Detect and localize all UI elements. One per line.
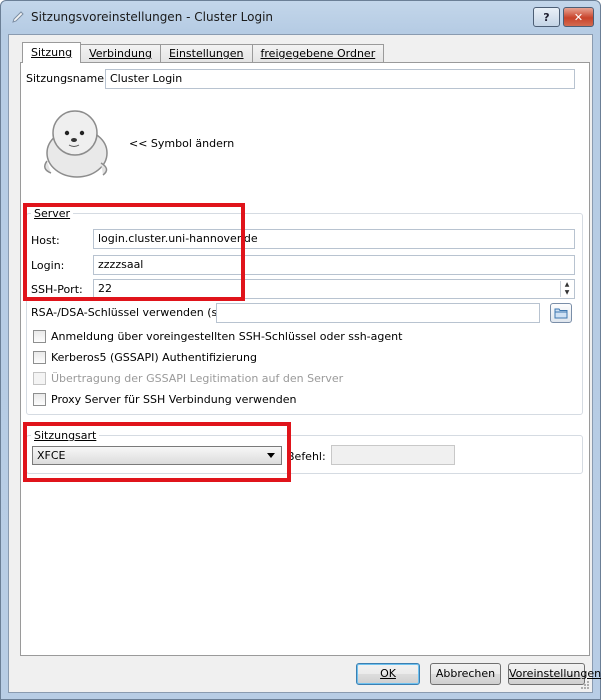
checkbox-row-proxy[interactable]: Proxy Server für SSH Verbindung verwende… xyxy=(33,393,296,406)
session-name-field[interactable]: Cluster Login xyxy=(105,69,575,89)
kerberos-label: Kerberos5 (GSSAPI) Authentifizierung xyxy=(51,351,257,364)
ssh-agent-label: Anmeldung über voreingestellten SSH-Schl… xyxy=(51,330,403,343)
spin-down-icon[interactable]: ▼ xyxy=(561,289,573,297)
gssapi-delegation-label: Übertragung der GSSAPI Legitimation auf … xyxy=(51,372,344,385)
ssh-agent-checkbox[interactable] xyxy=(33,330,46,343)
cancel-button[interactable]: Abbrechen xyxy=(430,663,501,685)
rsa-key-field[interactable] xyxy=(216,303,540,323)
session-name-label: Sitzungsname: xyxy=(26,72,108,85)
spin-buttons[interactable]: ▲ ▼ xyxy=(560,281,573,297)
highlight-box-server xyxy=(23,203,245,301)
spin-up-icon[interactable]: ▲ xyxy=(561,281,573,289)
gssapi-delegation-checkbox xyxy=(33,372,46,385)
kerberos-checkbox[interactable] xyxy=(33,351,46,364)
proxy-label: Proxy Server für SSH Verbindung verwende… xyxy=(51,393,297,406)
defaults-button[interactable]: Voreinstellungen xyxy=(508,663,601,685)
title-bar[interactable]: Sitzungsvoreinstellungen - Cluster Login… xyxy=(1,1,600,33)
checkbox-row-kerberos[interactable]: Kerberos5 (GSSAPI) Authentifizierung xyxy=(33,351,257,364)
tab-panel-sitzung: Sitzungsname: Cluster Login << Symbol än… xyxy=(20,62,590,656)
highlight-box-session-type xyxy=(23,422,291,482)
ok-button[interactable]: OK xyxy=(356,663,420,685)
close-icon: ✕ xyxy=(573,10,584,24)
pencil-icon xyxy=(12,11,24,23)
command-field xyxy=(331,445,455,465)
tab-verbindung[interactable]: Verbindung xyxy=(80,44,161,63)
command-label: Befehl: xyxy=(287,450,326,463)
browse-key-button[interactable] xyxy=(550,303,572,323)
dialog-client-area: Sitzung Verbindung Einstellungen freigeg… xyxy=(8,34,601,693)
dialog-window: Sitzungsvoreinstellungen - Cluster Login… xyxy=(0,0,601,700)
help-button[interactable]: ? xyxy=(533,7,560,27)
tab-freigegebene-ordner[interactable]: freigegebene Ordner xyxy=(251,44,385,63)
change-symbol-link[interactable]: << Symbol ändern xyxy=(129,137,234,150)
folder-icon xyxy=(554,308,568,319)
tab-sitzung[interactable]: Sitzung xyxy=(22,42,82,63)
close-button[interactable]: ✕ xyxy=(563,7,594,27)
resize-grip-icon[interactable] xyxy=(580,680,590,690)
checkbox-row-gssapi-delegation: Übertragung der GSSAPI Legitimation auf … xyxy=(33,372,343,385)
checkbox-row-ssh-agent[interactable]: Anmeldung über voreingestellten SSH-Schl… xyxy=(33,330,402,343)
window-title: Sitzungsvoreinstellungen - Cluster Login xyxy=(31,10,274,24)
rsa-key-label: RSA-/DSA-Schlüssel verwenden (ssh): xyxy=(31,306,238,319)
tab-bar: Sitzung Verbindung Einstellungen freigeg… xyxy=(22,42,385,63)
proxy-checkbox[interactable] xyxy=(33,393,46,406)
seal-icon[interactable] xyxy=(35,103,115,183)
tab-einstellungen[interactable]: Einstellungen xyxy=(159,44,253,63)
